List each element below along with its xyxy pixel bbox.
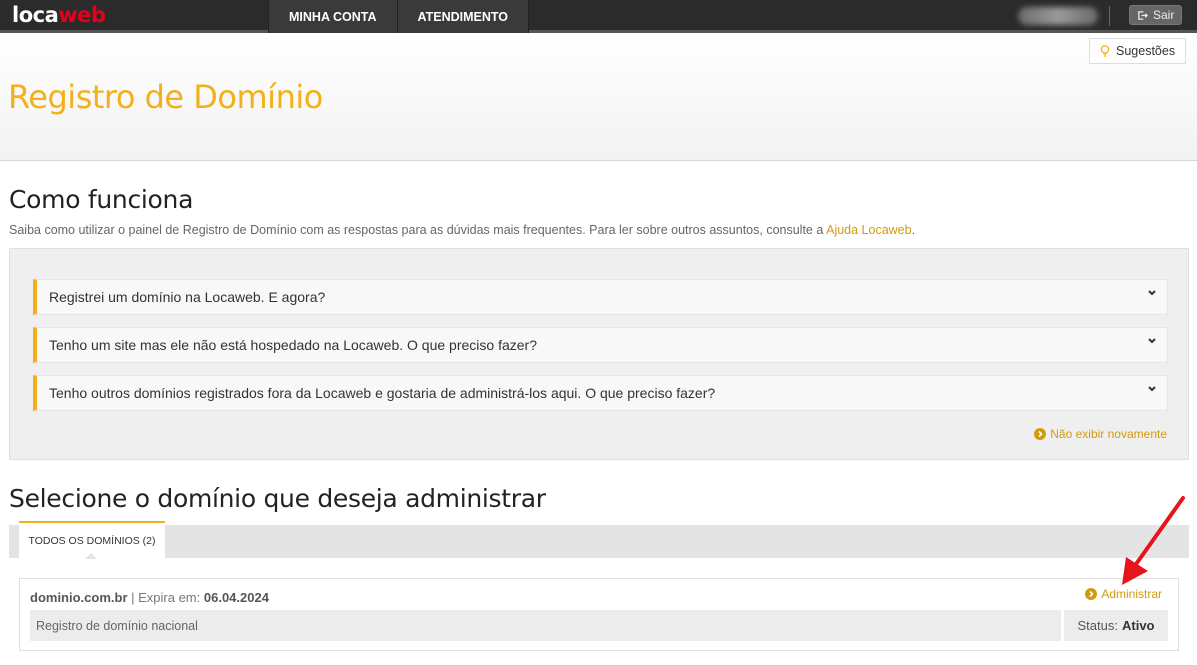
dont-show-again-link[interactable]: Não exibir novamente: [1034, 427, 1167, 441]
domain-description: Registro de domínio nacional: [30, 610, 1061, 641]
chevron-down-icon: [1148, 338, 1156, 344]
page-title: Registro de Domínio: [8, 78, 323, 116]
logout-icon: [1138, 10, 1148, 20]
domain-name[interactable]: dominio.com.br: [30, 590, 128, 605]
faq-item[interactable]: Tenho um site mas ele não está hospedado…: [33, 327, 1168, 363]
how-it-works-subtitle: Saiba como utilizar o painel de Registro…: [9, 223, 915, 237]
faq-question: Tenho um site mas ele não está hospedado…: [49, 337, 537, 353]
exit-label: Sair: [1153, 8, 1175, 22]
exit-button[interactable]: Sair: [1129, 5, 1183, 25]
chevron-down-icon: [1148, 290, 1156, 296]
circle-arrow-right-icon: [1085, 588, 1098, 600]
faq-box: Registrei um domínio na Locaweb. E agora…: [9, 248, 1189, 460]
domain-card: dominio.com.br | Expira em: 06.04.2024 A…: [19, 578, 1179, 651]
domain-tabs: TODOS OS DOMÍNIOS (2): [9, 521, 1189, 559]
suggestions-label: Sugestões: [1116, 44, 1176, 58]
circle-arrow-right-icon: [1034, 428, 1047, 440]
page-header: Sugestões Registro de Domínio: [0, 36, 1197, 161]
logo-accent-text: web: [58, 3, 106, 27]
faq-question: Tenho outros domínios registrados fora d…: [49, 385, 716, 401]
tab-all-domains-label: TODOS OS DOMÍNIOS (2): [28, 534, 156, 547]
select-domain-title: Selecione o domínio que deseja administr…: [9, 484, 546, 513]
locaweb-logo[interactable]: locaweb: [12, 3, 106, 27]
domain-info: dominio.com.br | Expira em: 06.04.2024: [30, 590, 269, 605]
status-value: Ativo: [1121, 618, 1155, 633]
how-it-works-title: Como funciona: [9, 185, 194, 214]
subtitle-text: Saiba como utilizar o painel de Registro…: [9, 223, 827, 237]
dont-show-again-label: Não exibir novamente: [1050, 427, 1167, 441]
lightbulb-icon: [1100, 44, 1110, 57]
user-name-blurred[interactable]: [1018, 7, 1098, 25]
suggestions-button[interactable]: Sugestões: [1089, 38, 1187, 64]
status-badge: Status: Ativo: [1064, 610, 1168, 641]
expires-value: 06.04.2024: [203, 590, 269, 605]
red-arrow-annotation: [1122, 496, 1185, 585]
main-nav: MINHA CONTA ATENDIMENTO: [268, 0, 530, 33]
tab-notch: [85, 553, 97, 559]
help-link[interactable]: Ajuda Locaweb: [826, 223, 911, 237]
top-bar: locaweb MINHA CONTA ATENDIMENTO Sair: [0, 0, 1197, 33]
faq-question: Registrei um domínio na Locaweb. E agora…: [49, 289, 326, 305]
chevron-down-icon: [1148, 386, 1156, 392]
separator: |: [127, 590, 139, 605]
tab-all-domains[interactable]: TODOS OS DOMÍNIOS (2): [19, 521, 165, 559]
subtitle-end: .: [911, 223, 916, 237]
nav-minha-conta[interactable]: MINHA CONTA: [268, 0, 398, 33]
expires-label: Expira em:: [138, 590, 201, 605]
divider: [1109, 6, 1110, 26]
status-label: Status:: [1077, 618, 1118, 633]
logo-text: loca: [12, 3, 59, 27]
faq-item[interactable]: Registrei um domínio na Locaweb. E agora…: [33, 279, 1168, 315]
nav-atendimento[interactable]: ATENDIMENTO: [397, 0, 530, 33]
faq-item[interactable]: Tenho outros domínios registrados fora d…: [33, 375, 1168, 411]
